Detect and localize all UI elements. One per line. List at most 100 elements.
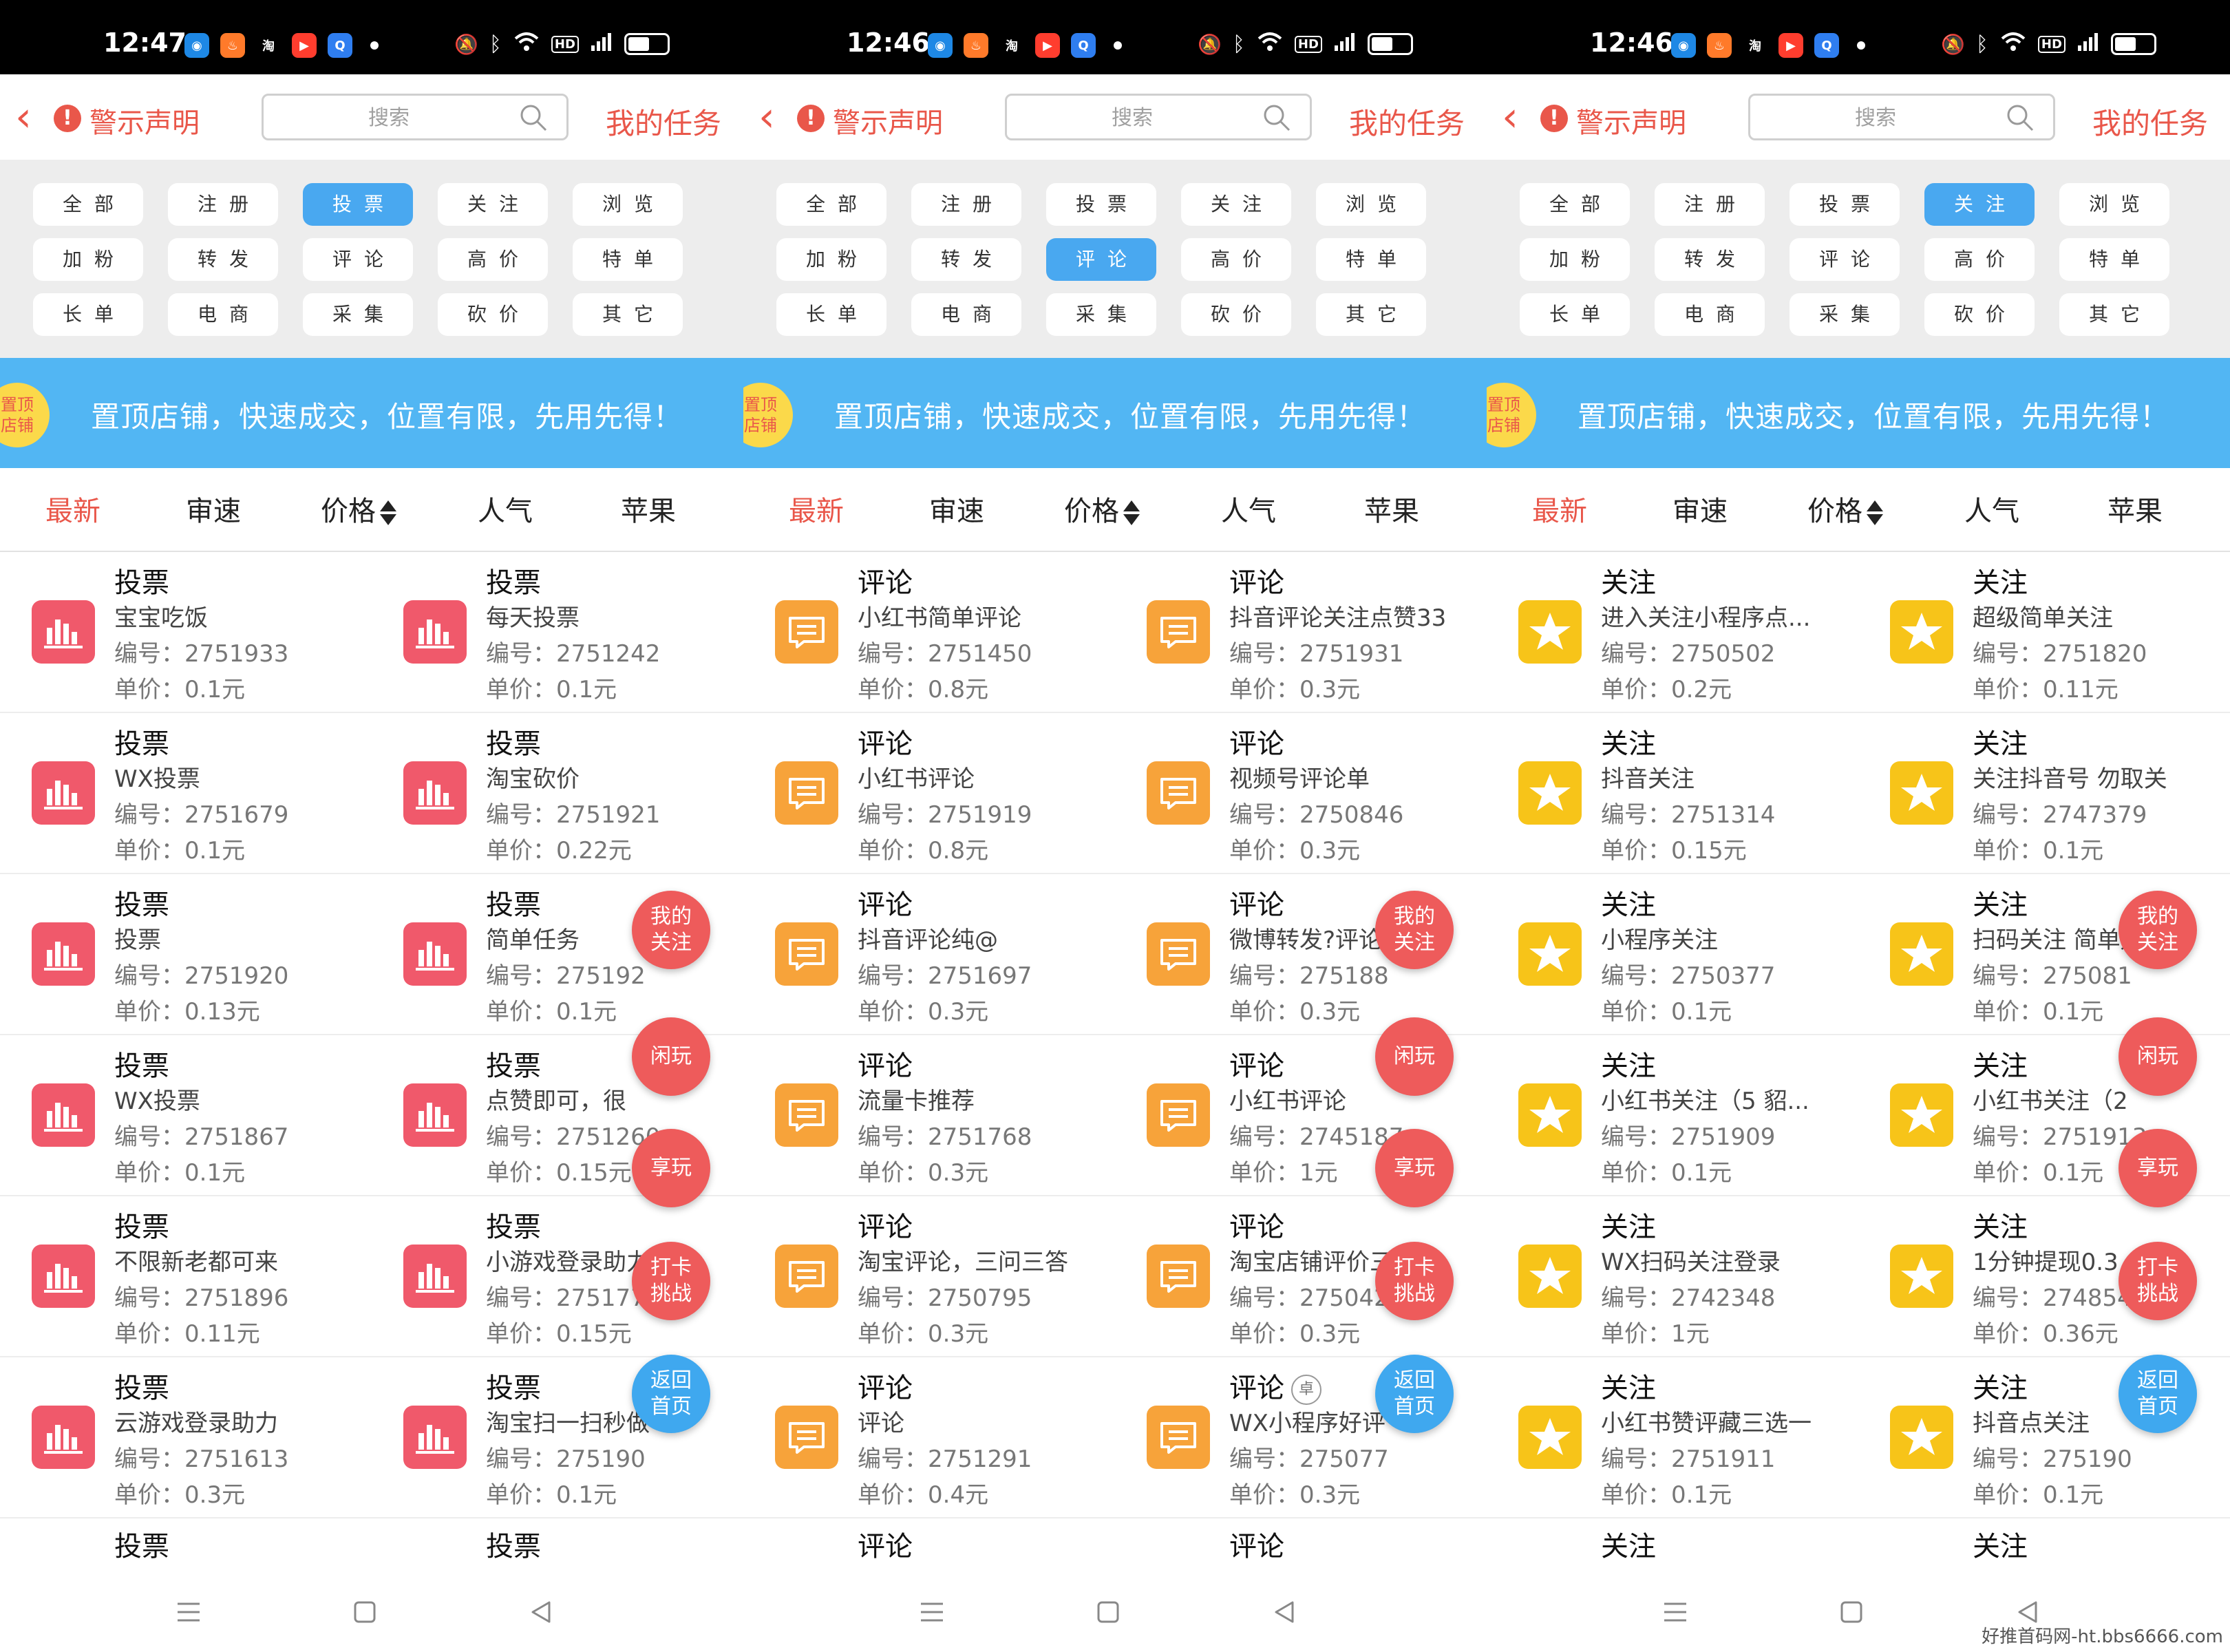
category-button[interactable]: 长单 xyxy=(1520,293,1630,336)
category-button[interactable]: 特单 xyxy=(573,238,683,281)
task-card[interactable]: 关注 关注抖音号 勿取关 编号：2747379 单价：0.1元 xyxy=(1858,714,2230,874)
category-button[interactable]: 砍价 xyxy=(1181,293,1291,336)
category-button[interactable]: 投票 xyxy=(1790,183,1900,226)
task-card[interactable]: 投票 WX投票 编号：2751679 单价：0.1元 xyxy=(0,714,372,874)
category-button[interactable]: 转发 xyxy=(1655,238,1765,281)
category-button[interactable]: 长单 xyxy=(776,293,886,336)
task-card[interactable]: 评论 流量卡推荐 编号：2751768 单价：0.3元 xyxy=(743,1037,1115,1196)
category-button[interactable]: 其它 xyxy=(2059,293,2169,336)
sort-option[interactable]: 人气 xyxy=(1221,489,1276,529)
sort-option[interactable]: 最新 xyxy=(789,489,844,529)
category-button[interactable]: 其它 xyxy=(573,293,683,336)
category-button[interactable]: 电商 xyxy=(168,293,278,336)
task-card[interactable]: 投票 不限新老都可来 编号：2751896 单价：0.11元 xyxy=(0,1198,372,1357)
category-button[interactable]: 注册 xyxy=(168,183,278,226)
task-card[interactable]: 投票 WX投票 编号：2751867 单价：0.1元 xyxy=(0,1037,372,1196)
search-icon[interactable] xyxy=(1262,103,1292,133)
back-arrow-icon[interactable]: ‹ xyxy=(758,96,775,138)
category-button[interactable]: 转发 xyxy=(911,238,1021,281)
sort-option[interactable]: 苹果 xyxy=(621,489,676,529)
search-box[interactable] xyxy=(262,94,569,140)
task-card[interactable]: 评论 评论 编号：2751291 单价：0.4元 xyxy=(743,1359,1115,1518)
category-button[interactable]: 浏览 xyxy=(1316,183,1426,226)
category-button[interactable]: 注册 xyxy=(1655,183,1765,226)
task-card[interactable]: 投票 淘宝砍价 编号：2751921 单价：0.22元 xyxy=(372,714,743,874)
search-input[interactable] xyxy=(264,96,514,140)
category-button[interactable]: 高价 xyxy=(438,238,548,281)
floating-shortcut-button[interactable]: 闲玩 xyxy=(1375,1017,1454,1096)
task-card[interactable]: 关注 抖音关注 编号：2751314 单价：0.15元 xyxy=(1487,714,1858,874)
task-card[interactable]: 评论 视频号评论单 编号：2750846 单价：0.3元 xyxy=(1115,714,1487,874)
category-button[interactable]: 电商 xyxy=(1655,293,1765,336)
sort-option[interactable]: 价格 xyxy=(1807,489,1883,529)
search-input[interactable] xyxy=(1750,96,2001,140)
task-card[interactable]: 关注 小红书关注（5 貂... 编号：2751909 单价：0.1元 xyxy=(1487,1037,1858,1196)
category-button[interactable]: 特单 xyxy=(1316,238,1426,281)
sort-option[interactable]: 价格 xyxy=(321,489,396,529)
category-button[interactable]: 投票 xyxy=(1046,183,1156,226)
sort-option[interactable]: 苹果 xyxy=(1364,489,1419,529)
floating-shortcut-button[interactable]: 打卡 挑战 xyxy=(632,1242,710,1320)
search-input[interactable] xyxy=(1007,96,1257,140)
task-card[interactable]: 关注 超级简单关注 编号：2751820 单价：0.11元 xyxy=(1858,553,2230,713)
task-card[interactable]: 投票 每天投票 编号：2751242 单价：0.1元 xyxy=(372,553,743,713)
sort-option[interactable]: 人气 xyxy=(478,489,533,529)
my-tasks-button[interactable]: 我的任务 xyxy=(606,100,721,142)
floating-shortcut-button[interactable]: 打卡 挑战 xyxy=(1375,1242,1454,1320)
my-tasks-button[interactable]: 我的任务 xyxy=(1349,100,1465,142)
category-button[interactable]: 特单 xyxy=(2059,238,2169,281)
search-box[interactable] xyxy=(1748,94,2055,140)
floating-shortcut-button[interactable]: 我的 关注 xyxy=(1375,891,1454,969)
floating-shortcut-button[interactable]: 闲玩 xyxy=(632,1017,710,1096)
task-card[interactable]: 关注 进入关注小程序点... 编号：2750502 单价：0.2元 xyxy=(1487,553,1858,713)
floating-shortcut-button[interactable]: 返回 首页 xyxy=(1375,1355,1454,1433)
category-button[interactable]: 关注 xyxy=(1181,183,1291,226)
category-button[interactable]: 全部 xyxy=(1520,183,1630,226)
task-card[interactable]: 评论 抖音评论纯@ 编号：2751697 单价：0.3元 xyxy=(743,876,1115,1035)
category-button[interactable]: 评论 xyxy=(303,238,413,281)
task-card[interactable]: 评论 淘宝评论，三问三答 编号：2750795 单价：0.3元 xyxy=(743,1198,1115,1357)
home-icon[interactable] xyxy=(344,1591,385,1633)
floating-shortcut-button[interactable]: 我的 关注 xyxy=(2118,891,2197,969)
search-box[interactable] xyxy=(1005,94,1312,140)
category-button[interactable]: 高价 xyxy=(1924,238,2035,281)
category-button[interactable]: 采集 xyxy=(303,293,413,336)
back-arrow-icon[interactable]: ‹ xyxy=(15,96,32,138)
category-button[interactable]: 加粉 xyxy=(33,238,143,281)
promo-banner[interactable]: 置顶 店铺 置顶店铺，快速成交，位置有限，先用先得！ xyxy=(1487,358,2230,468)
category-button[interactable]: 加粉 xyxy=(1520,238,1630,281)
category-button[interactable]: 采集 xyxy=(1790,293,1900,336)
sort-option[interactable]: 审速 xyxy=(186,489,241,529)
category-button[interactable]: 加粉 xyxy=(776,238,886,281)
menu-icon[interactable] xyxy=(168,1591,209,1633)
my-tasks-button[interactable]: 我的任务 xyxy=(2092,100,2208,142)
floating-shortcut-button[interactable]: 享玩 xyxy=(2118,1129,2197,1207)
floating-shortcut-button[interactable]: 我的 关注 xyxy=(632,891,710,969)
sort-option[interactable]: 最新 xyxy=(45,489,100,529)
task-card[interactable]: 投票 投票 编号：2751920 单价：0.13元 xyxy=(0,876,372,1035)
floating-shortcut-button[interactable]: 享玩 xyxy=(1375,1129,1454,1207)
back-icon[interactable] xyxy=(520,1591,562,1633)
promo-banner[interactable]: 置顶 店铺 置顶店铺，快速成交，位置有限，先用先得！ xyxy=(0,358,743,468)
category-button[interactable]: 其它 xyxy=(1316,293,1426,336)
sort-option[interactable]: 人气 xyxy=(1964,489,2019,529)
back-arrow-icon[interactable]: ‹ xyxy=(1502,96,1518,138)
category-button[interactable]: 电商 xyxy=(911,293,1021,336)
sort-option[interactable]: 价格 xyxy=(1064,489,1140,529)
sort-option[interactable]: 苹果 xyxy=(2107,489,2163,529)
warning-icon[interactable]: ! xyxy=(1540,105,1568,132)
task-card[interactable]: 评论 抖音评论关注点赞33 编号：2751931 单价：0.3元 xyxy=(1115,553,1487,713)
warning-icon[interactable]: ! xyxy=(54,105,81,132)
category-button[interactable]: 全部 xyxy=(33,183,143,226)
back-icon[interactable] xyxy=(1264,1591,1305,1633)
category-button[interactable]: 评论 xyxy=(1790,238,1900,281)
category-button[interactable]: 转发 xyxy=(168,238,278,281)
category-button[interactable]: 投票 xyxy=(303,183,413,226)
task-card[interactable]: 评论 小红书简单评论 编号：2751450 单价：0.8元 xyxy=(743,553,1115,713)
floating-shortcut-button[interactable]: 返回 首页 xyxy=(632,1355,710,1433)
floating-shortcut-button[interactable]: 闲玩 xyxy=(2118,1017,2197,1096)
task-card[interactable]: 投票 宝宝吃饭 编号：2751933 单价：0.1元 xyxy=(0,553,372,713)
category-button[interactable]: 关注 xyxy=(1924,183,2035,226)
category-button[interactable]: 采集 xyxy=(1046,293,1156,336)
category-button[interactable]: 注册 xyxy=(911,183,1021,226)
